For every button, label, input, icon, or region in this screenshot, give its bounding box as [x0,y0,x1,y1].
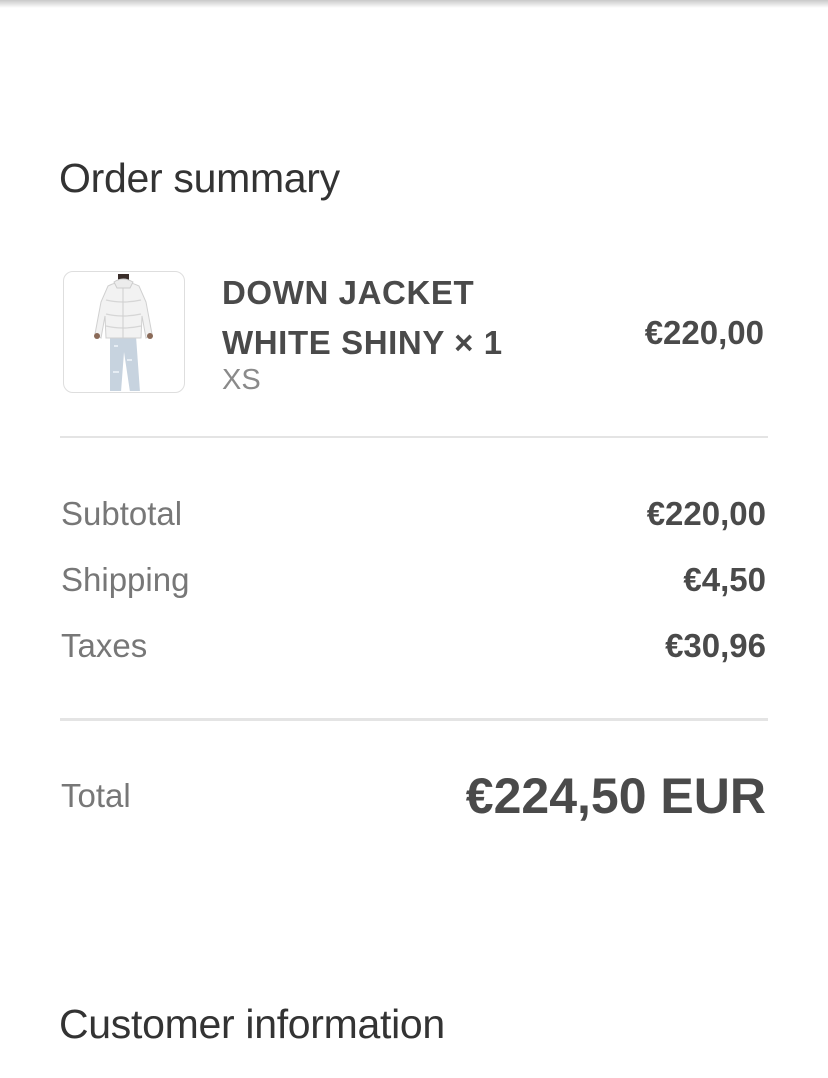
subtotal-value: €220,00 [646,495,766,532]
shipping-value: €4,50 [683,561,766,598]
divider [60,436,768,438]
shipping-label: Shipping [61,561,190,598]
product-variant: XS [222,364,261,396]
divider [60,718,768,721]
product-image [94,274,153,392]
taxes-label: Taxes [61,627,148,664]
customer-information-title: Customer information [59,1001,445,1047]
product-price: €220,00 [644,314,764,351]
order-summary-title: Order summary [59,155,340,201]
total-value: €224,50 EUR [465,768,766,824]
product-name: DOWN JACKET WHITE SHINY × 1 [222,274,503,361]
total-label: Total [61,777,131,814]
top-edge-shadow [0,0,828,8]
checkout-page: Order summary DOWN JACKET WHITE SHINY × … [0,0,828,1078]
product-thumbnail [63,271,185,393]
subtotal-label: Subtotal [61,495,183,532]
taxes-value: €30,96 [665,627,766,664]
